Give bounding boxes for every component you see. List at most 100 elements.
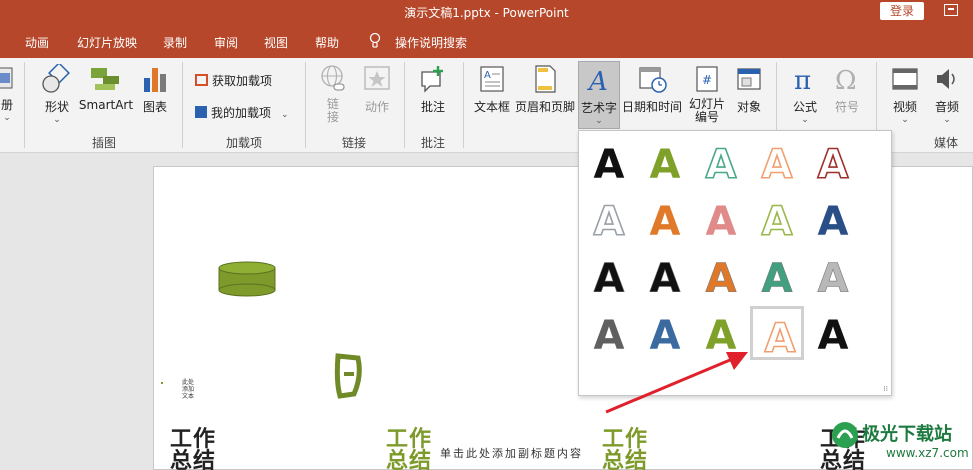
subtitle-placeholder[interactable]: 单击此处添加副标题内容 <box>440 445 583 461</box>
wordart-style-1[interactable]: A <box>582 135 636 189</box>
slide-number-label-2: 编号 <box>694 110 719 124</box>
chevron-down-icon: ⌄ <box>801 115 809 125</box>
chart-label: 图表 <box>142 100 167 114</box>
wordart-glyph: A <box>650 142 681 188</box>
equation-button[interactable]: π 公式 ⌄ <box>788 64 822 125</box>
wordart-icon: A <box>587 67 608 95</box>
lightbulb-icon <box>369 32 381 48</box>
tab-animations[interactable]: 动画 <box>25 34 49 51</box>
wordart-glyph: A <box>818 199 849 245</box>
textbox-icon: A <box>480 66 504 92</box>
title-text-green[interactable]: 工作 总结 <box>386 429 432 470</box>
login-button[interactable]: 登录 <box>880 2 924 20</box>
title-line: 总结 <box>386 449 433 470</box>
wordart-style-6[interactable]: A <box>582 192 636 246</box>
wordart-style-20[interactable]: A <box>806 306 860 360</box>
wordart-glyph: A <box>817 141 850 189</box>
tiny-text-block: 此处 添加 文本 <box>182 379 196 400</box>
smartart-button[interactable]: SmartArt <box>78 64 134 112</box>
wordart-glyph: A <box>649 256 681 303</box>
header-footer-button[interactable]: 页眉和页脚 <box>514 64 576 115</box>
title-text-left[interactable]: 工作 总结 <box>170 429 216 470</box>
svg-text:π: π <box>794 66 811 94</box>
resize-grip-icon[interactable]: ⁞⁞ <box>884 385 888 393</box>
chevron-down-icon: ⌄ <box>281 110 289 120</box>
wordart-style-10[interactable]: A <box>806 192 860 246</box>
wordart-style-14[interactable]: A <box>750 249 804 303</box>
action-button[interactable]: 动作 <box>360 64 394 115</box>
title-text-green-2[interactable]: 工作 总结 <box>602 429 648 470</box>
cylinder-shape[interactable] <box>218 261 276 297</box>
textbox-button[interactable]: A 文本框 <box>473 64 511 115</box>
tab-help[interactable]: 帮助 <box>315 34 339 51</box>
svg-text:A: A <box>587 67 608 95</box>
svg-text:A: A <box>706 199 737 245</box>
my-addins-label: 我的加载项 <box>211 106 272 120</box>
object-button[interactable]: 对象 <box>732 64 766 115</box>
svg-text:A: A <box>484 70 491 81</box>
tell-me-search[interactable]: 操作说明搜索 <box>395 34 467 51</box>
watermark-text: 极光下载站 <box>862 424 952 445</box>
wordart-glyph: A <box>764 315 797 363</box>
title-line: 工作 <box>170 427 217 452</box>
comment-button[interactable]: 批注 <box>416 64 450 115</box>
film-icon <box>892 68 918 90</box>
wordart-style-11[interactable]: A <box>582 249 636 303</box>
svg-text:A: A <box>594 199 625 245</box>
link-button[interactable]: 链 接 <box>316 64 350 124</box>
wordart-style-5[interactable]: A <box>806 135 860 189</box>
svg-text:A: A <box>650 142 681 188</box>
get-addins-button[interactable]: 获取加载项 <box>195 72 272 89</box>
wordart-style-12[interactable]: A <box>638 249 692 303</box>
audio-button[interactable]: 音频 ⌄ <box>930 64 964 125</box>
tab-view[interactable]: 视图 <box>264 34 288 51</box>
tab-slideshow[interactable]: 幻灯片放映 <box>77 34 137 51</box>
smartart-label: SmartArt <box>78 98 134 112</box>
partial-label: 册 <box>0 98 13 112</box>
green-scribble-shape[interactable] <box>332 352 366 402</box>
group-comments: 批注 <box>421 136 446 150</box>
chart-button[interactable]: 图表 <box>138 64 172 115</box>
svg-text:A: A <box>818 142 849 188</box>
speaker-icon <box>937 69 955 89</box>
wordart-style-15[interactable]: A <box>806 249 860 303</box>
tab-record[interactable]: 录制 <box>163 34 187 51</box>
video-label: 视频 <box>892 100 917 114</box>
wordart-style-7[interactable]: A <box>638 192 692 246</box>
wordart-button[interactable]: A 艺术字 ⌄ <box>578 61 620 129</box>
symbol-label: 符号 <box>834 100 859 114</box>
divider <box>24 62 25 148</box>
datetime-button[interactable]: 日期和时间 <box>622 64 682 115</box>
svg-text:A: A <box>762 256 793 302</box>
symbol-button[interactable]: Ω 符号 <box>830 64 864 115</box>
title-line: 总结 <box>170 449 217 470</box>
window-title: 演示文稿1.pptx - PowerPoint <box>404 6 569 20</box>
my-addins-button[interactable]: 我的加载项 ⌄ <box>195 104 289 121</box>
wordart-style-13[interactable]: A <box>694 249 748 303</box>
title-bar: 演示文稿1.pptx - PowerPoint 登录 <box>0 0 973 25</box>
slide-number-button[interactable]: # 幻灯片 编号 <box>686 64 728 124</box>
wordart-style-8[interactable]: A <box>694 192 748 246</box>
title-line: 工作 <box>386 427 433 452</box>
chevron-down-icon: ⌄ <box>943 115 951 125</box>
wordart-style-2[interactable]: A <box>638 135 692 189</box>
red-arrow-annotation <box>605 352 748 414</box>
wordart-style-3[interactable]: A <box>694 135 748 189</box>
tab-review[interactable]: 审阅 <box>214 34 238 51</box>
smartart-icon <box>91 68 119 90</box>
tiny-text-line: 此处 <box>182 379 195 386</box>
wordart-style-4[interactable]: A <box>750 135 804 189</box>
tiny-text-line: 添加 <box>182 386 195 393</box>
svg-text:A: A <box>762 142 793 188</box>
shapes-icon <box>42 64 70 93</box>
wordart-glyph: A <box>818 313 849 359</box>
bar-chart-icon <box>144 68 166 92</box>
video-button[interactable]: 视频 ⌄ <box>888 64 922 125</box>
datetime-label: 日期和时间 <box>622 100 683 114</box>
equation-label: 公式 <box>792 100 817 114</box>
restore-window-icon[interactable] <box>944 4 958 16</box>
wordart-style-9[interactable]: A <box>750 192 804 246</box>
shapes-button[interactable]: 形状 ⌄ <box>38 64 76 125</box>
partial-button[interactable]: 册 ⌄ <box>0 64 14 123</box>
calendar-clock-icon <box>639 67 667 93</box>
